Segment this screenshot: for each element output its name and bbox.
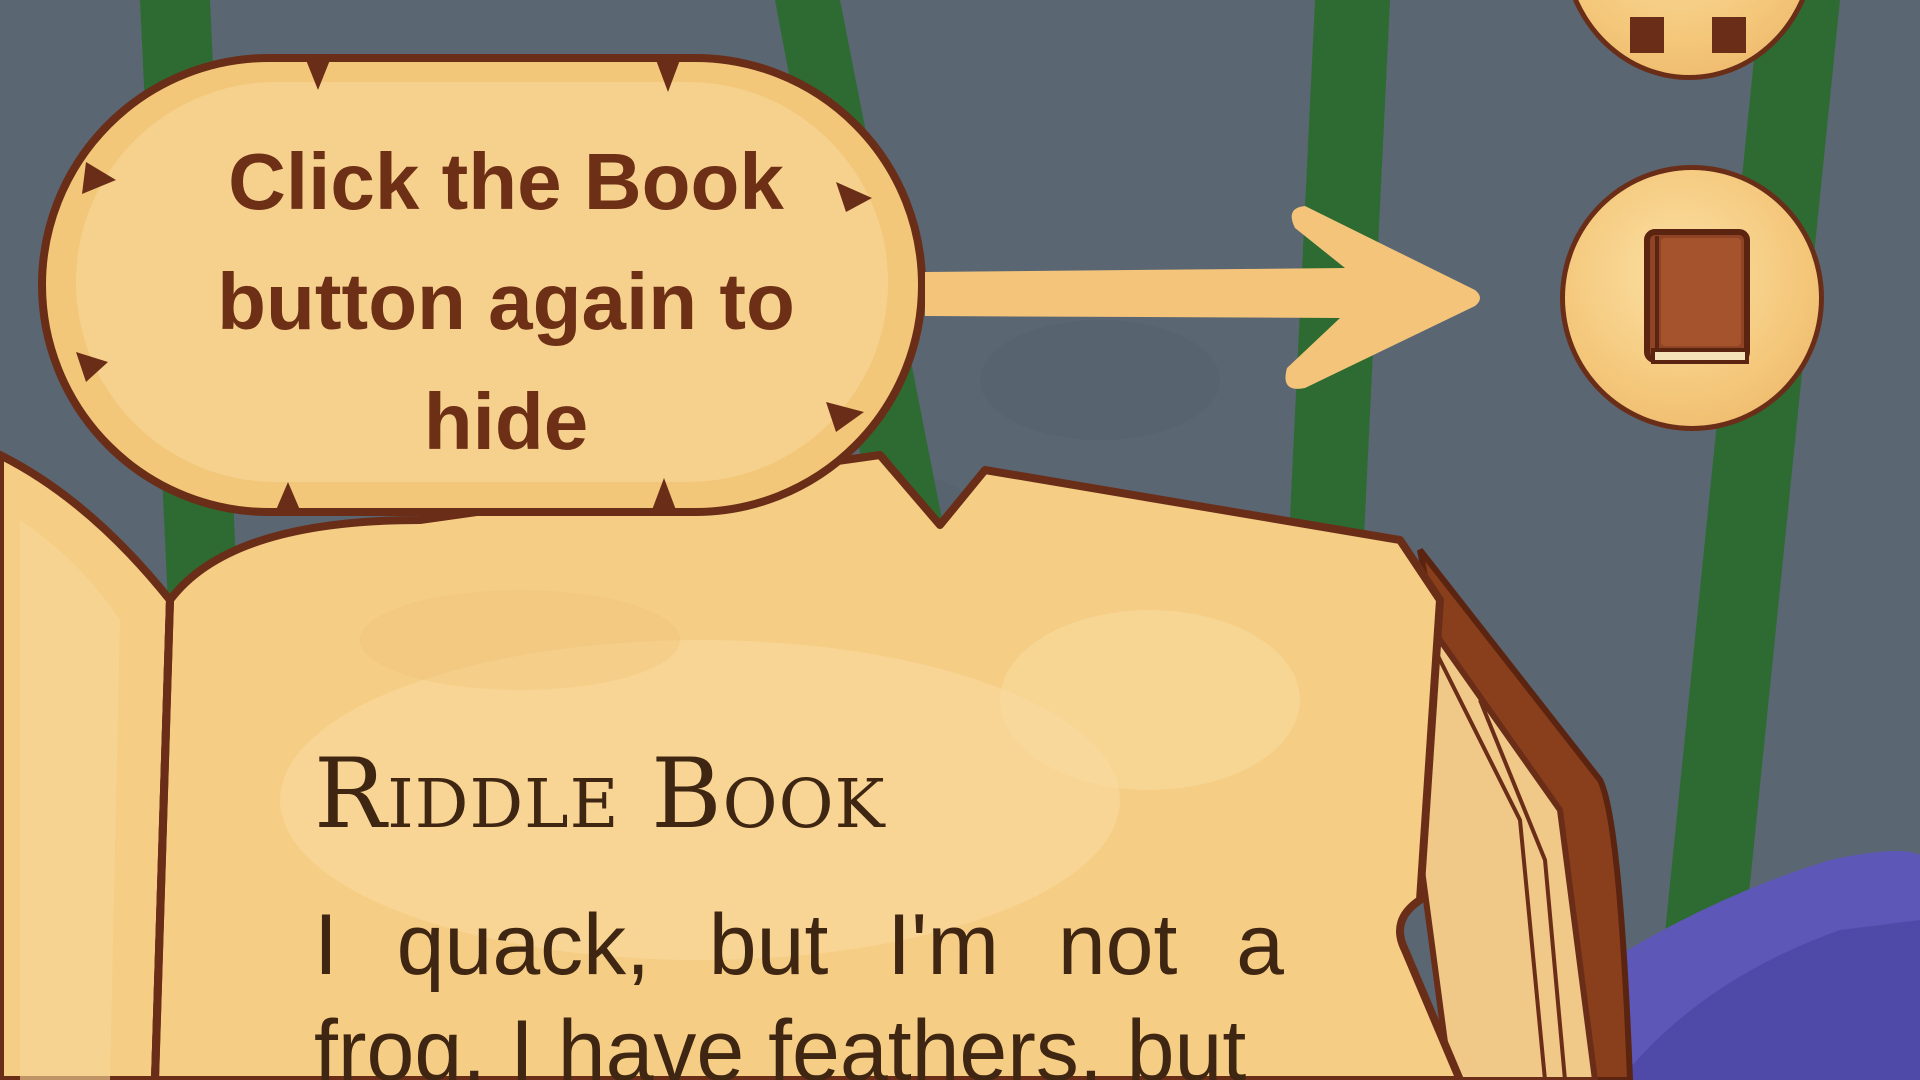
- game-scene: Click the Book button again to hide Ridd…: [0, 0, 1920, 1080]
- tooltip-line: button again to: [217, 257, 795, 346]
- tooltip-text: Click the Book button again to hide: [146, 122, 866, 482]
- book-icon: [1644, 229, 1750, 364]
- arrow-right-icon: [925, 206, 1480, 389]
- book-button[interactable]: [1560, 165, 1824, 431]
- riddle-text: I quack, but I'm not a frog. I have feat…: [314, 897, 1284, 1080]
- tooltip-line: hide: [423, 377, 589, 466]
- book-title: Riddle Book: [314, 738, 886, 850]
- tooltip-line: Click the Book: [228, 137, 784, 226]
- tooltip-bubble: Click the Book button again to hide: [36, 52, 928, 518]
- pause-icon: [1630, 17, 1746, 53]
